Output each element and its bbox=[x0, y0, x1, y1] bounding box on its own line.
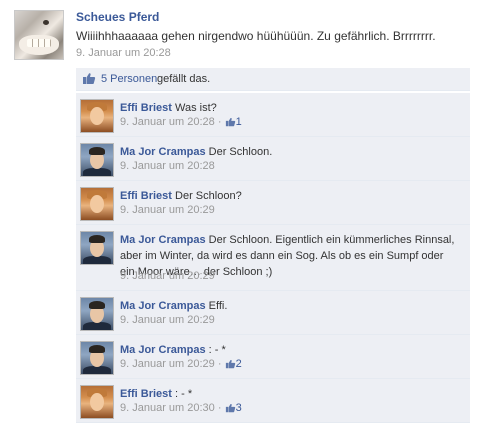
comment-item: Ma Jor Crampas Der Schloon. 9. Januar um … bbox=[76, 137, 470, 181]
like-count: 2 bbox=[235, 358, 242, 370]
post-text: Wiiiihhhaaaaaa gehen nirgendwo hüühüüün.… bbox=[76, 29, 436, 43]
horse-teeth bbox=[27, 39, 51, 47]
avatar-face bbox=[90, 393, 104, 411]
comment-item: Ma Jor Crampas Effi. 9. Januar um 20:29 bbox=[76, 291, 470, 335]
feed-story: Scheues Pferd Wiiiihhhaaaaaa gehen nirge… bbox=[0, 0, 480, 423]
comment-like-count[interactable]: 1 bbox=[225, 116, 242, 128]
comment-item: Ma Jor Crampas : - * 9. Januar um 20:29 ·… bbox=[76, 335, 470, 379]
commenter-avatar[interactable] bbox=[80, 187, 114, 221]
likes-suffix: gefällt das. bbox=[157, 73, 211, 85]
thumbs-up-icon bbox=[225, 117, 236, 130]
comment-like-count[interactable]: 2 bbox=[225, 358, 242, 370]
comment-meta: 9. Januar um 20:30 · 3 bbox=[120, 402, 242, 414]
avatar-face bbox=[90, 195, 104, 213]
like-count: 1 bbox=[235, 116, 242, 128]
avatar-hair bbox=[89, 345, 105, 353]
comment-like-count[interactable]: 3 bbox=[225, 402, 242, 414]
comment-item: Effi Briest Was ist? 9. Januar um 20:28 ·… bbox=[76, 93, 470, 137]
comment-body: Ma Jor Crampas : - * bbox=[120, 342, 460, 358]
comment-body: Effi Briest Der Schloon? bbox=[120, 188, 460, 204]
avatar-hair bbox=[89, 301, 105, 309]
comment-timestamp[interactable]: 9. Januar um 20:29 bbox=[120, 204, 215, 216]
avatar-hair bbox=[89, 235, 105, 243]
comment-text: Der Schloon? bbox=[175, 190, 242, 202]
comment-meta: 9. Januar um 20:29 · 2 bbox=[120, 358, 242, 370]
feedback-section: 5 Personen gefällt das. Effi Briest Was … bbox=[76, 64, 470, 423]
comment-timestamp[interactable]: 9. Januar um 20:28 bbox=[120, 116, 215, 128]
comment-body: Ma Jor Crampas Effi. bbox=[120, 298, 460, 314]
commenter-name[interactable]: Ma Jor Crampas bbox=[120, 234, 206, 246]
comment-timestamp[interactable]: 9. Januar um 20:29 bbox=[120, 314, 215, 326]
comment-meta: 9. Januar um 20:29 bbox=[120, 314, 215, 326]
comment-meta: 9. Januar um 20:29 bbox=[120, 270, 215, 282]
commenter-name[interactable]: Ma Jor Crampas bbox=[120, 146, 206, 158]
thumbs-up-icon bbox=[225, 359, 236, 372]
comment-text: : - * bbox=[208, 344, 226, 356]
comment-item: Ma Jor Crampas Der Schloon. Eigentlich e… bbox=[76, 225, 470, 291]
commenter-name[interactable]: Effi Briest bbox=[120, 190, 172, 202]
poster-name[interactable]: Scheues Pferd bbox=[76, 10, 159, 24]
comment-body: Effi Briest : - * bbox=[120, 386, 460, 402]
commenter-name[interactable]: Ma Jor Crampas bbox=[120, 300, 206, 312]
commenter-avatar[interactable] bbox=[80, 341, 114, 375]
poster-avatar[interactable] bbox=[14, 10, 64, 60]
commenter-avatar[interactable] bbox=[80, 143, 114, 177]
thumbs-up-icon bbox=[225, 403, 236, 416]
commenter-avatar[interactable] bbox=[80, 99, 114, 133]
likes-bar: 5 Personen gefällt das. bbox=[76, 68, 470, 91]
comment-meta: 9. Januar um 20:28 bbox=[120, 160, 215, 172]
comment-timestamp[interactable]: 9. Januar um 20:28 bbox=[120, 160, 215, 172]
comment-meta: 9. Januar um 20:28 · 1 bbox=[120, 116, 242, 128]
commenter-avatar[interactable] bbox=[80, 297, 114, 331]
comment-item: Effi Briest : - * 9. Januar um 20:30 · 3 bbox=[76, 379, 470, 423]
commenter-avatar[interactable] bbox=[80, 231, 114, 265]
avatar-hair bbox=[89, 147, 105, 155]
horse-eye bbox=[43, 20, 49, 25]
avatar-body bbox=[83, 366, 111, 374]
like-count: 3 bbox=[235, 402, 242, 414]
avatar-body bbox=[83, 256, 111, 264]
commenter-avatar[interactable] bbox=[80, 385, 114, 419]
comment-text: Der Schloon. bbox=[208, 146, 273, 158]
likers-link[interactable]: 5 Personen bbox=[101, 73, 157, 85]
comment-timestamp[interactable]: 9. Januar um 20:29 bbox=[120, 270, 215, 282]
post-timestamp[interactable]: 9. Januar um 20:28 bbox=[76, 47, 171, 59]
commenter-name[interactable]: Effi Briest bbox=[120, 102, 172, 114]
thumbs-up-icon bbox=[82, 72, 96, 88]
avatar-face bbox=[90, 107, 104, 125]
comment-text: Effi. bbox=[208, 300, 228, 312]
avatar-body bbox=[83, 322, 111, 330]
comment-meta: 9. Januar um 20:29 bbox=[120, 204, 215, 216]
comment-body: Ma Jor Crampas Der Schloon. bbox=[120, 144, 460, 160]
commenter-name[interactable]: Effi Briest bbox=[120, 388, 172, 400]
avatar-body bbox=[83, 168, 111, 176]
comment-timestamp[interactable]: 9. Januar um 20:29 bbox=[120, 358, 215, 370]
comment-text: Was ist? bbox=[175, 102, 217, 114]
comment-timestamp[interactable]: 9. Januar um 20:30 bbox=[120, 402, 215, 414]
comment-body: Effi Briest Was ist? bbox=[120, 100, 460, 116]
comment-text: : - * bbox=[175, 388, 193, 400]
comment-item: Effi Briest Der Schloon? 9. Januar um 20:… bbox=[76, 181, 470, 225]
commenter-name[interactable]: Ma Jor Crampas bbox=[120, 344, 206, 356]
